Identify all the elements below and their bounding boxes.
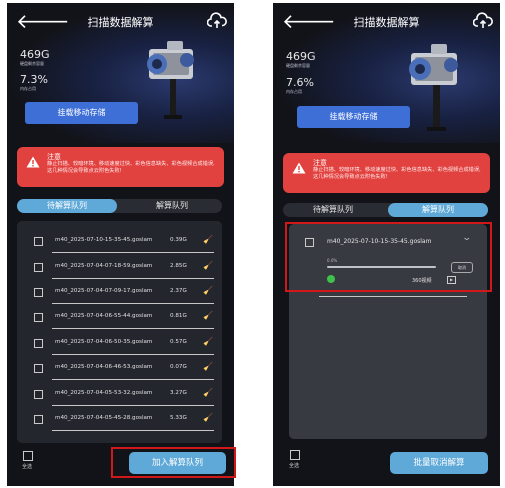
file-checkbox[interactable] [34, 288, 43, 297]
file-size: 0.81G [170, 313, 187, 319]
file-name: m40_2025-07-10-15-35-45.goslam [55, 237, 153, 243]
file-name: m40_2025-07-04-07-09-17.goslam [55, 288, 153, 294]
file-size: 0.39G [170, 237, 187, 243]
broom-icon[interactable]: 🧹 [203, 337, 213, 346]
file-name: m40_2025-07-04-06-50-35.goslam [55, 339, 153, 345]
broom-icon[interactable]: 🧹 [203, 235, 213, 244]
file-checkbox[interactable] [34, 313, 43, 322]
row-divider [52, 354, 214, 355]
notice-body: 静止扫描、较暗环境、移动速度过快、彩色信息缺失、彩色视频合成错误,这几种情况会导… [313, 167, 481, 180]
file-size: 0.07G [170, 364, 187, 370]
row-divider [52, 405, 214, 406]
file-name: m40_2025-07-04-06-55-44.goslam [55, 313, 153, 319]
top-bar: 🡐 扫描数据解算 [273, 9, 500, 35]
file-name: m40_2025-07-04-07-18-59.goslam [55, 263, 153, 269]
broom-icon[interactable]: 🧹 [203, 362, 213, 371]
screen-pending-queue: 🡐 扫描数据解算 469G 硬盘剩余容量 7.3% 内存占用 挂载移动存储 注意… [7, 3, 234, 486]
file-name: m40_2025-07-04-05-53-32.goslam [55, 390, 153, 396]
broom-icon[interactable]: 🧹 [203, 413, 213, 422]
file-row[interactable]: m40_2025-07-04-07-18-59.goslam 2.85G 🧹 [17, 256, 222, 278]
memory-usage-label: 内存占用 [20, 86, 36, 91]
row-divider [52, 430, 214, 431]
row-divider [52, 328, 214, 329]
broom-icon[interactable]: 🧹 [203, 261, 213, 270]
select-all-label: 全选 [289, 463, 300, 469]
memory-usage-label: 内存占用 [286, 89, 302, 94]
notice-banner: 注意 静止扫描、较暗环境、移动速度过快、彩色信息缺失、彩色视频合成错误,这几种情… [17, 147, 224, 187]
file-size: 3.27G [170, 390, 187, 396]
file-size: 2.37G [170, 288, 187, 294]
warning-icon [26, 156, 40, 168]
notice-body: 静止扫描、较暗环境、移动速度过快、彩色信息缺失、彩色视频合成错误,这几种情况会导… [47, 161, 215, 174]
file-checkbox[interactable] [34, 364, 43, 373]
scanner-device-image [147, 41, 194, 119]
select-all-checkbox[interactable] [23, 451, 33, 461]
page-title: 扫描数据解算 [353, 16, 420, 29]
file-list: m40_2025-07-10-15-35-45.goslam 0.39G 🧹 m… [17, 221, 222, 443]
disk-free-value: 469G [286, 50, 316, 63]
highlight-box [111, 447, 236, 478]
scanner-device-image [409, 44, 458, 131]
file-checkbox[interactable] [34, 237, 43, 246]
tab-processing-queue[interactable]: 解算队列 [388, 203, 488, 217]
warning-icon [292, 162, 306, 174]
cloud-upload-icon[interactable] [473, 12, 493, 30]
row-divider [52, 278, 214, 279]
row-divider [52, 303, 214, 304]
row-divider [52, 379, 214, 380]
broom-icon[interactable]: 🧹 [203, 311, 213, 320]
file-row[interactable]: m40_2025-07-10-15-35-45.goslam 0.39G 🧹 [17, 230, 222, 252]
file-row[interactable]: m40_2025-07-04-05-45-28.goslam 5.33G 🧹 [17, 408, 222, 430]
file-size: 2.85G [170, 263, 187, 269]
memory-usage-value: 7.6% [286, 76, 314, 89]
disk-free-label: 硬盘剩余容量 [286, 63, 310, 68]
tab-pending-queue[interactable]: 待解算队列 [283, 203, 383, 217]
file-checkbox[interactable] [34, 339, 43, 348]
select-all-checkbox[interactable] [290, 450, 300, 460]
mount-storage-button[interactable]: 挂载移动存储 [297, 106, 410, 128]
file-row[interactable]: m40_2025-07-04-06-55-44.goslam 0.81G 🧹 [17, 306, 222, 328]
mount-storage-button[interactable]: 挂载移动存储 [25, 102, 138, 124]
memory-usage-value: 7.3% [20, 73, 48, 86]
file-checkbox[interactable] [34, 263, 43, 272]
file-size: 5.33G [170, 415, 187, 421]
select-all-label: 全选 [22, 464, 33, 470]
notice-banner: 注意 静止扫描、较暗环境、移动速度过快、彩色信息缺失、彩色视频合成错误,这几种情… [283, 153, 490, 193]
file-name: m40_2025-07-04-06-46-53.goslam [55, 364, 153, 370]
file-row[interactable]: m40_2025-07-04-05-53-32.goslam 3.27G 🧹 [17, 383, 222, 405]
file-row[interactable]: m40_2025-07-04-06-46-53.goslam 0.07G 🧹 [17, 357, 222, 379]
broom-icon[interactable]: 🧹 [203, 286, 213, 295]
tab-pending-queue[interactable]: 待解算队列 [17, 199, 117, 213]
cloud-upload-icon[interactable] [207, 12, 227, 30]
disk-free-label: 硬盘剩余容量 [20, 61, 44, 66]
queue-tabs: 待解算队列 解算队列 [283, 203, 488, 217]
cancel-all-button[interactable]: 批量取消解算 [390, 452, 488, 474]
disk-free-value: 469G [20, 48, 50, 61]
file-name: m40_2025-07-04-05-45-28.goslam [55, 415, 153, 421]
tab-processing-queue[interactable]: 解算队列 [122, 199, 222, 213]
row-divider [52, 252, 214, 253]
file-size: 0.57G [170, 339, 187, 345]
file-checkbox[interactable] [34, 390, 43, 399]
broom-icon[interactable]: 🧹 [203, 388, 213, 397]
highlight-box [285, 222, 492, 292]
panel-divider [319, 296, 467, 297]
page-title: 扫描数据解算 [87, 16, 154, 29]
file-row[interactable]: m40_2025-07-04-06-50-35.goslam 0.57G 🧹 [17, 332, 222, 354]
file-checkbox[interactable] [34, 415, 43, 424]
queue-tabs: 待解算队列 解算队列 [17, 199, 222, 213]
file-row[interactable]: m40_2025-07-04-07-09-17.goslam 2.37G 🧹 [17, 281, 222, 303]
